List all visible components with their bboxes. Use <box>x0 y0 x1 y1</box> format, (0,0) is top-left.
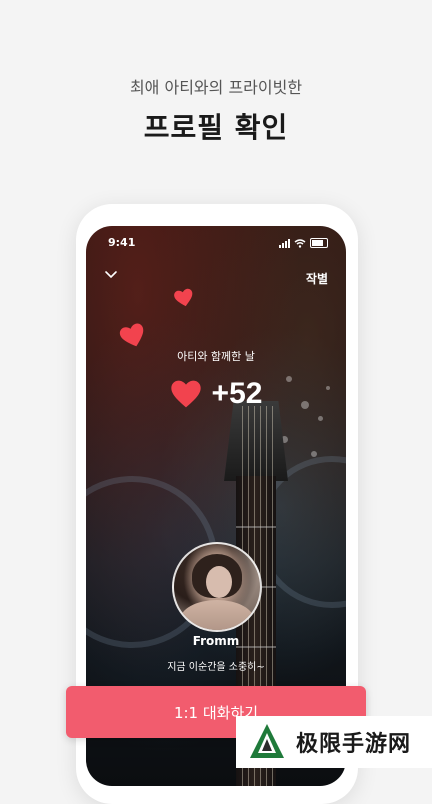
watermark-text: 极限手游网 <box>296 732 412 757</box>
together-days-label: 아티와 함께한 날 <box>177 350 255 363</box>
status-time: 9:41 <box>108 236 136 249</box>
top-bar: 작별 <box>86 268 346 288</box>
guitar-fret <box>236 526 276 528</box>
bokeh-light <box>318 416 323 421</box>
bokeh-light <box>311 451 317 457</box>
signal-icon <box>279 239 290 248</box>
chevron-down-icon[interactable] <box>104 268 118 282</box>
wifi-icon <box>294 239 306 248</box>
days-count: +52 <box>211 377 263 410</box>
battery-icon <box>310 238 328 248</box>
status-icons <box>279 238 328 248</box>
promo-headline: 프로필 확인 <box>143 111 289 144</box>
artist-name: Fromm <box>192 634 240 648</box>
heart-icon <box>170 380 201 408</box>
artist-avatar[interactable] <box>172 542 262 632</box>
site-logo-icon <box>250 724 284 758</box>
floating-heart-icon <box>174 288 193 307</box>
farewell-button[interactable]: 작별 <box>306 270 328 287</box>
days-counter: +52 <box>86 374 346 414</box>
status-bar: 9:41 <box>86 236 346 254</box>
artist-status-message: 지금 이순간을 소중히~ <box>167 662 265 673</box>
floating-heart-icon <box>119 323 144 347</box>
site-watermark: 极限手游网 <box>236 716 432 768</box>
promo-subtitle: 최애 아티와의 프라이빗한 <box>129 78 303 97</box>
